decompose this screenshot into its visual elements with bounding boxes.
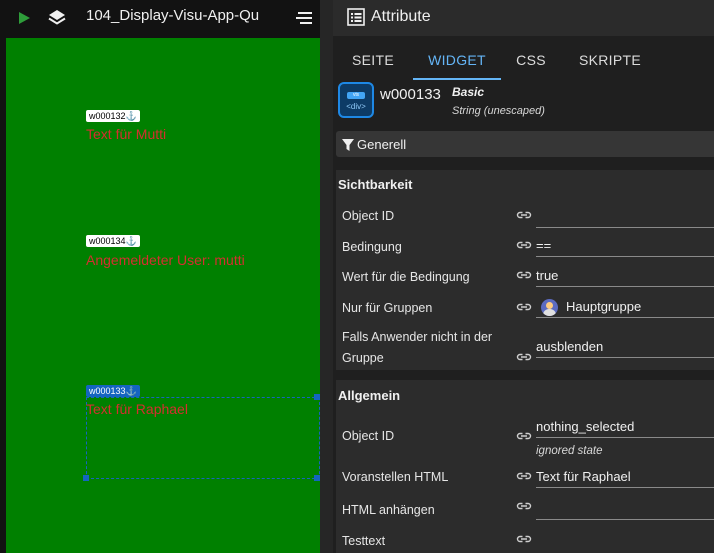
test-text-field[interactable] xyxy=(536,526,714,548)
group-filter[interactable]: Generell xyxy=(336,131,714,157)
attributes-header: Attribute xyxy=(333,0,714,36)
link-icon[interactable] xyxy=(516,499,532,511)
widget-info: vis <div> w000133 Basic String (unescape… xyxy=(333,82,714,126)
layers-icon[interactable] xyxy=(45,6,69,30)
object-id-field[interactable] xyxy=(536,206,714,228)
widget-id-label[interactable]: w000134⚓ xyxy=(86,235,140,247)
visu-canvas[interactable]: w000132⚓ Text für Mutti w000134⚓ Angemel… xyxy=(6,38,320,553)
widget-text[interactable]: Text für Raphael xyxy=(86,401,188,417)
editor-toolbar: 104_Display-Visu-App-Qu xyxy=(0,0,320,36)
widget-type-icon: vis <div> xyxy=(338,82,374,118)
row-label: Object ID xyxy=(342,429,395,443)
link-icon[interactable] xyxy=(516,208,532,220)
widget-text[interactable]: Angemeldeter User: mutti xyxy=(86,252,245,268)
tab-widget[interactable]: WIDGET xyxy=(413,38,501,82)
link-icon[interactable] xyxy=(516,532,532,544)
row-label: HTML anhängen xyxy=(342,503,435,517)
section-allgemein: Allgemein Object ID nothing_selected ign… xyxy=(336,380,714,553)
object-id-hint: ignored state xyxy=(536,445,603,457)
group-avatar-icon xyxy=(541,299,558,316)
groups-select-value: Hauptgruppe xyxy=(566,299,642,314)
row-label: Object ID xyxy=(342,209,395,223)
widget-id: w000133 xyxy=(380,86,441,103)
widget-id-label-selected[interactable]: w000133⚓ xyxy=(86,385,140,397)
section-title: Sichtbarkeit xyxy=(338,177,413,192)
row-label: Testtext xyxy=(342,534,386,548)
menu-lines-icon[interactable] xyxy=(292,6,316,30)
active-tab-indicator xyxy=(413,78,501,80)
condition-value-field[interactable]: true xyxy=(536,265,714,287)
row-label: Wert für die Bedingung xyxy=(342,270,470,284)
project-title: 104_Display-Visu-App-Qu xyxy=(86,7,260,24)
tab-seite[interactable]: SEITE xyxy=(341,38,405,82)
condition-field[interactable]: == xyxy=(536,235,714,257)
resize-handle[interactable] xyxy=(83,475,89,481)
play-icon[interactable] xyxy=(12,6,36,30)
link-icon[interactable] xyxy=(516,429,532,441)
attributes-panel: Attribute SEITE WIDGET CSS SKRIPTE vis <… xyxy=(333,0,714,553)
link-icon[interactable] xyxy=(516,238,532,250)
panel-divider[interactable] xyxy=(320,0,333,553)
row-label: Nur für Gruppen xyxy=(342,301,433,315)
row-label: Voranstellen HTML xyxy=(342,470,449,484)
tab-skripte[interactable]: SKRIPTE xyxy=(569,38,651,82)
link-icon[interactable] xyxy=(516,300,532,312)
anchor-icon: ⚓ xyxy=(125,111,137,121)
row-label: Falls Anwender nicht in der Gruppe xyxy=(342,330,493,365)
tab-css[interactable]: CSS xyxy=(505,38,557,82)
link-icon[interactable] xyxy=(516,469,532,481)
attribute-tabs: SEITE WIDGET CSS SKRIPTE xyxy=(333,38,714,82)
widget-type: String (unescaped) xyxy=(452,105,545,117)
list-icon xyxy=(347,8,365,31)
widget-id-label[interactable]: w000132⚓ xyxy=(86,110,140,122)
row-label: Bedingung xyxy=(342,240,402,254)
append-html-field[interactable] xyxy=(536,498,714,520)
editor-area: 104_Display-Visu-App-Qu w000132⚓ Text fü… xyxy=(0,0,320,553)
groups-select[interactable]: Hauptgruppe xyxy=(536,296,714,318)
widget-text[interactable]: Text für Mutti xyxy=(86,126,166,142)
link-icon[interactable] xyxy=(516,350,532,362)
app-root: 104_Display-Visu-App-Qu w000132⚓ Text fü… xyxy=(0,0,714,553)
section-title: Allgemein xyxy=(338,388,401,403)
group-filter-label: Generell xyxy=(357,137,407,152)
link-icon[interactable] xyxy=(516,268,532,280)
anchor-icon: ⚓ xyxy=(125,386,137,396)
anchor-icon: ⚓ xyxy=(125,236,137,246)
widget-set: Basic xyxy=(452,85,485,99)
section-sichtbarkeit: Sichtbarkeit Object ID Bedingung == Wert… xyxy=(336,170,714,370)
filter-icon xyxy=(342,138,354,156)
panel-title: Attribute xyxy=(371,8,431,25)
object-id-field[interactable]: nothing_selected xyxy=(536,416,714,438)
not-in-group-action-field[interactable]: ausblenden xyxy=(536,336,714,358)
prepend-html-field[interactable]: Text für Raphael xyxy=(536,466,714,488)
